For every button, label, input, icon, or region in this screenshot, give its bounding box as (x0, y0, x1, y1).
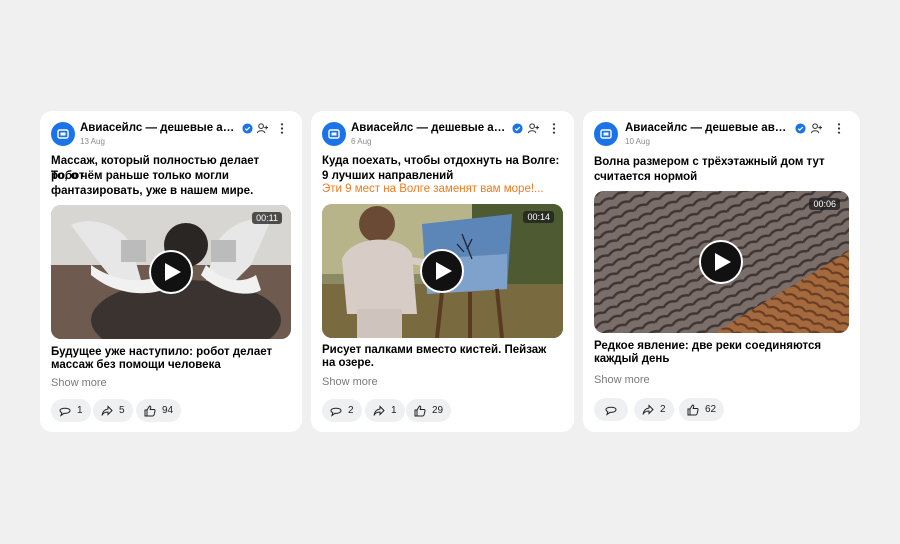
share-count: 1 (391, 405, 397, 416)
share-icon (373, 404, 385, 416)
thumbs-up-icon (687, 403, 699, 415)
post-title[interactable]: Куда поехать, чтобы отдохнуть на Волге: … (322, 154, 562, 184)
video-caption[interactable]: Редкое явление: две реки соединяются каж… (594, 340, 844, 366)
video-duration: 00:11 (252, 212, 282, 224)
video-duration: 00:14 (523, 211, 554, 223)
like-button[interactable]: 62 (679, 398, 725, 421)
comment-icon (605, 406, 617, 416)
video-player[interactable]: 00:11 (51, 205, 291, 339)
share-icon (642, 403, 654, 415)
share-button[interactable]: 2 (634, 398, 674, 421)
show-more-link[interactable]: Show more (322, 376, 378, 388)
aviasales-logo-icon[interactable] (594, 122, 618, 146)
add-user-icon[interactable] (256, 122, 269, 135)
more-vertical-icon[interactable] (549, 122, 559, 135)
aviasales-logo-icon[interactable] (51, 122, 75, 146)
play-button[interactable] (149, 250, 193, 294)
add-user-icon[interactable] (527, 122, 540, 135)
comment-count: 1 (77, 405, 83, 416)
post-card: Авиасейлс — дешевые авиа... 13 Aug Масса… (40, 111, 302, 432)
video-player[interactable]: 00:14 (322, 204, 563, 338)
post-date: 10 Aug (625, 137, 650, 146)
like-count: 94 (162, 405, 174, 416)
thumbs-up-icon (144, 404, 156, 416)
post-date: 13 Aug (80, 137, 105, 146)
share-button[interactable]: 5 (93, 399, 133, 422)
comment-button[interactable] (594, 398, 628, 421)
post-date: 6 Aug (351, 137, 372, 146)
share-button[interactable]: 1 (365, 399, 405, 422)
post-header: Авиасейлс — дешевые авиа... 10 Aug (594, 122, 850, 148)
aviasales-logo-icon[interactable] (322, 122, 346, 146)
share-icon (101, 404, 113, 416)
like-count: 62 (705, 404, 717, 415)
play-button[interactable] (699, 240, 743, 284)
post-subtitle: То, о чём раньше только могли фантазиров… (51, 170, 254, 197)
post-header: Авиасейлс — дешевые авиа... 13 Aug (51, 122, 292, 148)
post-card: Авиасейлс — дешевые авиа... 6 Aug Куда п… (311, 111, 574, 432)
more-vertical-icon[interactable] (277, 122, 287, 135)
like-button[interactable]: 29 (406, 399, 452, 422)
like-count: 29 (432, 405, 444, 416)
comment-button[interactable]: 1 (51, 399, 91, 422)
share-count: 2 (660, 404, 666, 415)
author-name[interactable]: Авиасейлс — дешевые авиа... (625, 122, 790, 134)
share-count: 5 (119, 405, 125, 416)
add-user-icon[interactable] (810, 122, 823, 135)
like-button[interactable]: 94 (136, 399, 182, 422)
verified-badge-icon (795, 123, 806, 134)
show-more-link[interactable]: Show more (594, 374, 650, 386)
play-icon (714, 253, 731, 271)
post-title[interactable]: Волна размером с трёхэтажный дом тут счи… (594, 155, 844, 185)
play-icon (435, 262, 452, 280)
thumbs-up-icon (414, 404, 426, 416)
post-promo-text[interactable]: Эти 9 мест на Волге заменят вам море!... (322, 182, 567, 197)
video-player[interactable]: 00:06 (594, 191, 849, 333)
author-name[interactable]: Авиасейлс — дешевые авиа... (351, 122, 511, 134)
comment-button[interactable]: 2 (322, 399, 362, 422)
verified-badge-icon (242, 123, 253, 134)
comment-count: 2 (348, 405, 354, 416)
post-header: Авиасейлс — дешевые авиа... 6 Aug (322, 122, 564, 148)
comment-icon (330, 407, 342, 417)
video-duration: 00:06 (809, 198, 840, 210)
author-name[interactable]: Авиасейлс — дешевые авиа... (80, 122, 240, 134)
play-button[interactable] (420, 249, 464, 293)
show-more-link[interactable]: Show more (51, 377, 107, 389)
verified-badge-icon (512, 123, 523, 134)
post-card: Авиасейлс — дешевые авиа... 10 Aug Волна… (583, 111, 860, 432)
video-caption[interactable]: Рисует палками вместо кистей. Пейзаж на … (322, 344, 562, 370)
comment-icon (59, 407, 71, 417)
more-vertical-icon[interactable] (834, 122, 844, 135)
video-caption[interactable]: Будущее уже наступило: робот делает масс… (51, 346, 291, 372)
play-icon (164, 263, 181, 281)
